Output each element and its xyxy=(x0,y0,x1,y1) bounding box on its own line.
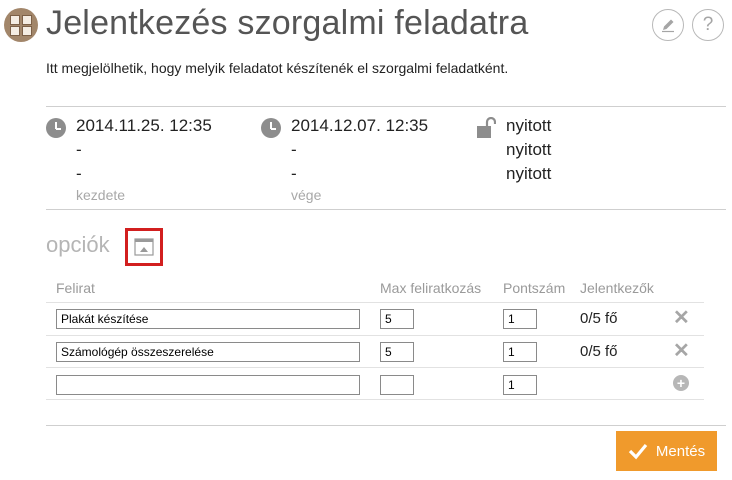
table-row-divider xyxy=(46,399,704,400)
pencil-icon xyxy=(662,19,674,33)
add-circle-icon[interactable]: + xyxy=(673,375,689,391)
start-date: 2014.11.25. 12:35- - xyxy=(76,116,212,183)
app-icon xyxy=(4,8,38,42)
points-input[interactable] xyxy=(503,342,537,362)
save-label: Mentés xyxy=(655,442,706,460)
column-header-max: Max feliratkozás xyxy=(380,280,482,296)
applicant-count: 0/5 fő xyxy=(580,310,618,327)
delete-x-icon[interactable]: ✕ xyxy=(673,308,690,328)
collapse-options-button[interactable] xyxy=(125,228,163,266)
new-option-label-input[interactable] xyxy=(56,375,360,395)
collapse-options-icon xyxy=(134,238,154,256)
option-label-input[interactable] xyxy=(56,309,360,329)
divider xyxy=(46,425,726,426)
delete-x-icon[interactable]: ✕ xyxy=(673,341,690,361)
clock-icon xyxy=(46,118,66,138)
column-header-points: Pontszám xyxy=(503,280,566,296)
table-divider xyxy=(46,302,704,303)
clock-icon xyxy=(261,118,281,138)
save-button[interactable]: Mentés xyxy=(616,431,717,471)
unlocked-padlock-icon xyxy=(477,117,496,138)
divider xyxy=(46,106,726,107)
new-max-signups-input[interactable] xyxy=(380,375,414,395)
page-title: Jelentkezés szorgalmi feladatra xyxy=(46,4,529,42)
divider xyxy=(46,209,726,210)
checkmark-icon xyxy=(628,443,648,460)
points-input[interactable] xyxy=(503,309,537,329)
status-values: nyitott nyitott nyitott xyxy=(506,116,552,183)
new-points-input[interactable] xyxy=(503,375,537,395)
options-title: opciók xyxy=(46,232,110,257)
edit-button[interactable] xyxy=(652,9,684,41)
option-label-input[interactable] xyxy=(56,342,360,362)
end-label: vége xyxy=(291,187,322,203)
table-row-divider xyxy=(46,335,704,336)
max-signups-input[interactable] xyxy=(380,342,414,362)
column-header-applicants: Jelentkezők xyxy=(580,280,654,296)
max-signups-input[interactable] xyxy=(380,309,414,329)
end-date: 2014.12.07. 12:35- - xyxy=(291,116,429,183)
help-button[interactable]: ? xyxy=(692,9,724,41)
applicant-count: 0/5 fő xyxy=(580,343,618,360)
start-label: kezdete xyxy=(76,187,126,203)
column-header-label: Felirat xyxy=(56,280,95,296)
page-description: Itt megjelölhetik, hogy melyik feladatot… xyxy=(46,60,509,76)
table-row-divider xyxy=(46,367,704,368)
